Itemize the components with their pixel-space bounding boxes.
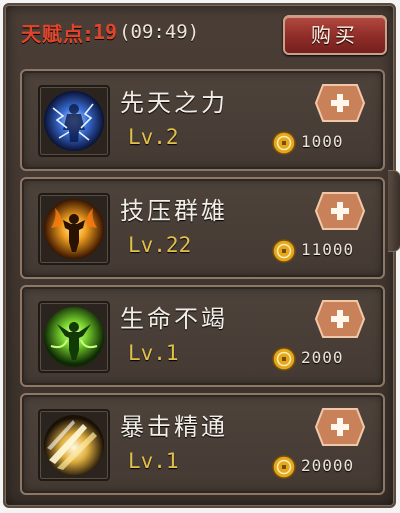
panel-side-tab [388, 170, 400, 252]
upgrade-plus-button[interactable] [315, 407, 365, 447]
gold-coin-icon [272, 455, 296, 479]
talent-panel: 天赋点: 19 (09:49) 购买 先天之力 Lv.2 1000 技压群雄 L… [3, 3, 400, 508]
fire-figure-icon [44, 199, 104, 259]
upgrade-plus-button[interactable] [315, 299, 365, 339]
upgrade-plus-button[interactable] [315, 191, 365, 231]
skill-cost: 20000 [301, 456, 355, 475]
skill-name: 先天之力 [120, 89, 228, 117]
talent-timer: (09:49) [119, 21, 200, 43]
skill-card-3: 生命不竭 Lv.1 2000 [20, 285, 385, 387]
skill-level: Lv.22 [128, 233, 192, 257]
blue-lightning-figure-icon [44, 91, 104, 151]
talent-points-label: 天赋点: [21, 21, 93, 46]
talent-points-header: 天赋点: 19 (09:49) [21, 17, 199, 47]
gold-coin-icon [272, 131, 296, 155]
talent-points-value: 19 [93, 20, 118, 44]
gold-coin-icon [272, 347, 296, 371]
skill-card-1: 先天之力 Lv.2 1000 [20, 69, 385, 171]
upgrade-plus-button[interactable] [315, 83, 365, 123]
skill-level: Lv.1 [128, 341, 179, 365]
skill-icon-frame [38, 85, 110, 157]
skill-cost: 11000 [301, 240, 355, 259]
skill-level: Lv.1 [128, 449, 179, 473]
critical-slash-icon [44, 415, 104, 475]
green-life-figure-icon [44, 307, 104, 367]
skill-icon-frame [38, 301, 110, 373]
skill-level: Lv.2 [128, 125, 179, 149]
buy-button[interactable]: 购买 [283, 15, 387, 55]
skill-cost: 2000 [301, 348, 344, 367]
skill-cost: 1000 [301, 132, 344, 151]
gold-coin-icon [272, 239, 296, 263]
skill-name: 生命不竭 [120, 305, 228, 333]
skill-card-2: 技压群雄 Lv.22 11000 [20, 177, 385, 279]
skill-card-4: 暴击精通 Lv.1 20000 [20, 393, 385, 495]
skill-icon-frame [38, 193, 110, 265]
skill-icon-frame [38, 409, 110, 481]
skill-name: 暴击精通 [120, 413, 228, 441]
skill-name: 技压群雄 [120, 197, 228, 225]
